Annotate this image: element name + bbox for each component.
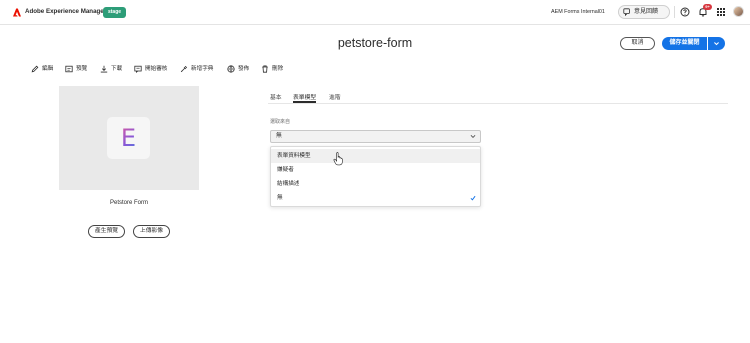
feedback-button[interactable]: 意見回饋 (618, 5, 670, 19)
dropdown-option-schema[interactable]: 結構描述 (271, 177, 480, 191)
form-thumbnail: E (59, 86, 199, 190)
form-model-selected-value: 無 (276, 133, 282, 139)
chevron-down-icon (714, 42, 719, 46)
notification-count-badge: 9+ (703, 4, 712, 10)
feedback-label: 意見回饋 (634, 9, 659, 15)
pencil-icon (31, 65, 39, 73)
tab-form-model[interactable]: 表單模型 (293, 92, 317, 103)
top-bar: Adobe Experience Manager stage AEM Forms… (0, 0, 750, 25)
tab-basic[interactable]: 基本 (270, 92, 282, 103)
upload-image-button[interactable]: 上傳影像 (133, 225, 170, 238)
help-icon[interactable] (680, 7, 690, 17)
generate-preview-button[interactable]: 產生預覽 (88, 225, 125, 238)
form-model-dropdown: 表單資料模型 嫌疑者 結構描述 無 (270, 146, 481, 207)
review-icon (134, 65, 142, 73)
dictionary-icon (180, 65, 188, 73)
dropdown-option-none[interactable]: 無 (271, 191, 480, 205)
environment-badge: stage (103, 7, 126, 18)
organization-switcher[interactable]: AEM Forms Internal01 (551, 9, 605, 15)
cancel-button[interactable]: 取消 (620, 37, 655, 50)
save-and-close-button[interactable]: 儲存並關閉 (662, 37, 707, 50)
chevron-down-icon (470, 135, 476, 138)
dropdown-option-form-data-model[interactable]: 表單資料模型 (271, 149, 480, 163)
trash-icon (262, 65, 268, 73)
form-thumbnail-letter: E (120, 124, 137, 152)
form-model-select[interactable]: 無 (270, 130, 481, 143)
app-title[interactable]: Adobe Experience Manager (25, 8, 106, 15)
apps-grid-icon[interactable] (716, 7, 726, 17)
preview-icon (65, 65, 73, 73)
form-name: Petstore Form (59, 190, 199, 217)
globe-icon (227, 65, 235, 73)
feedback-icon (623, 8, 630, 16)
form-preview-card: E Petstore Form (59, 86, 199, 217)
tab-advanced[interactable]: 進階 (329, 92, 341, 103)
user-avatar[interactable] (733, 6, 744, 17)
form-thumbnail-tile: E (107, 117, 150, 159)
divider (674, 6, 675, 18)
hand-cursor-icon (333, 152, 343, 166)
adobe-logo-icon[interactable] (13, 8, 21, 17)
checkmark-icon (470, 195, 476, 201)
download-icon (100, 65, 108, 73)
save-options-button[interactable] (708, 37, 725, 50)
dropdown-option-suspect[interactable]: 嫌疑者 (271, 163, 480, 177)
select-from-label: 選取來自 (270, 119, 291, 125)
properties-tabs: 基本 表單模型 進階 (268, 90, 728, 104)
